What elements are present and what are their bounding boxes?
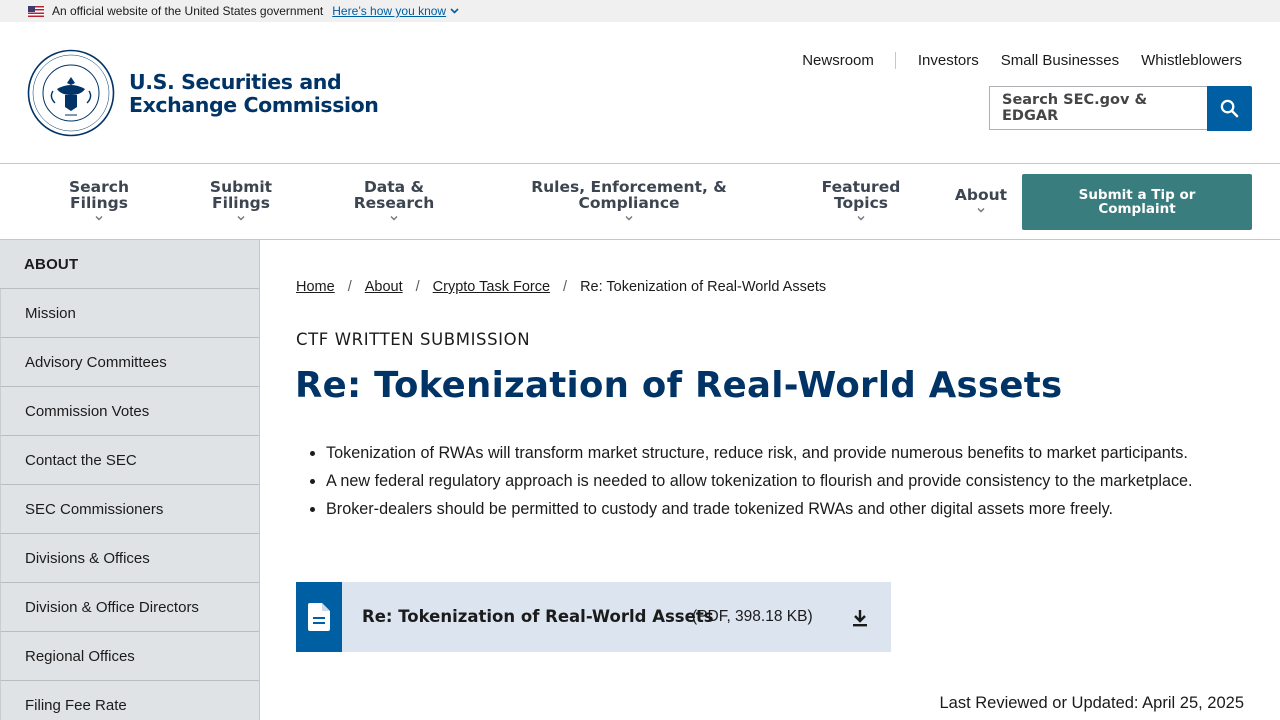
download-icon — [853, 610, 867, 627]
list-item: A new federal regulatory approach is nee… — [326, 467, 1193, 495]
breadcrumb-crypto-task-force[interactable]: Crypto Task Force — [433, 279, 550, 295]
nav-featured-topics[interactable]: Featured Topics — [815, 179, 907, 221]
chevron-down-icon — [450, 8, 459, 14]
breadcrumb-separator: / — [347, 279, 352, 295]
chevron-down-icon — [237, 216, 245, 221]
search-icon — [1220, 99, 1239, 118]
nav-rules-enforcement-compliance[interactable]: Rules, Enforcement, & Compliance — [523, 179, 735, 221]
sidebar-item-commissioners[interactable]: SEC Commissioners — [0, 485, 259, 534]
list-item: Broker-dealers should be permitted to cu… — [326, 495, 1193, 523]
site-header: U.S. Securities and Exchange Commission … — [0, 22, 1280, 164]
heres-how-you-know-label: Here’s how you know — [332, 4, 447, 18]
submit-tip-button[interactable]: Submit a Tip or Complaint — [1022, 174, 1252, 230]
nav-label-line-2: Filings — [70, 194, 128, 212]
sidebar-nav: ABOUT Mission Advisory Committees Commis… — [0, 240, 260, 720]
sidebar-item-office-directors[interactable]: Division & Office Directors — [0, 583, 259, 632]
us-flag-icon — [28, 5, 44, 17]
sidebar-item-filing-fee-rate[interactable]: Filing Fee Rate — [0, 681, 259, 720]
chevron-down-icon — [625, 216, 633, 221]
sidebar-item-advisory-committees[interactable]: Advisory Committees — [0, 338, 259, 387]
document-icon — [308, 603, 330, 631]
chevron-down-icon — [977, 208, 985, 213]
download-file-meta: (PDF, 398.18 KB) — [692, 608, 813, 625]
nav-label-line-2: Compliance — [578, 194, 680, 212]
breadcrumb: Home / About / Crypto Task Force / Re: T… — [296, 279, 826, 295]
sidebar-heading[interactable]: ABOUT — [0, 240, 259, 289]
tip-label-line-2: Complaint — [1098, 201, 1176, 217]
breadcrumb-current: Re: Tokenization of Real-World Assets — [580, 279, 827, 295]
last-updated: Last Reviewed or Updated: April 25, 2025 — [939, 694, 1244, 712]
whistleblowers-link[interactable]: Whistleblowers — [1130, 52, 1242, 69]
nav-about[interactable]: About — [950, 187, 1012, 213]
gov-banner-text: An official website of the United States… — [52, 4, 324, 18]
main-nav: Search Filings Submit Filings Data & Res… — [0, 164, 1280, 240]
pdf-download-link[interactable]: Re: Tokenization of Real-World Assets (P… — [296, 582, 891, 652]
page-title: Re: Tokenization of Real-World Assets — [295, 365, 1063, 406]
newsroom-link[interactable]: Newsroom — [791, 52, 896, 69]
sidebar-item-regional-offices[interactable]: Regional Offices — [0, 632, 259, 681]
chevron-down-icon — [857, 216, 865, 221]
brand-line-1: U.S. Securities and — [129, 70, 342, 94]
investors-link[interactable]: Investors — [907, 52, 990, 69]
nav-label-line-2: Filings — [212, 194, 270, 212]
nav-label-line-2: Research — [353, 194, 435, 212]
page-eyebrow: CTF WRITTEN SUBMISSION — [296, 330, 531, 349]
download-title: Re: Tokenization of Real-World Assets — [362, 607, 714, 626]
breadcrumb-home[interactable]: Home — [296, 279, 335, 295]
breadcrumb-separator: / — [415, 279, 420, 295]
sidebar-item-divisions-offices[interactable]: Divisions & Offices — [0, 534, 259, 583]
brand-line-2: Exchange Commission — [129, 93, 379, 117]
breadcrumb-separator: / — [563, 279, 568, 295]
summary-list: Tokenization of RWAs will transform mark… — [326, 439, 1193, 523]
gov-banner: An official website of the United States… — [0, 0, 1280, 22]
site-brand[interactable]: U.S. Securities and Exchange Commission — [129, 71, 379, 117]
utility-nav: Newsroom Investors Small Businesses Whis… — [791, 52, 1242, 69]
sidebar-item-contact[interactable]: Contact the SEC — [0, 436, 259, 485]
nav-search-filings[interactable]: Search Filings — [58, 179, 140, 221]
file-icon-box — [296, 582, 342, 652]
nav-label-line-2: Topics — [834, 194, 888, 212]
heres-how-you-know-link[interactable]: Here’s how you know — [332, 4, 459, 18]
search-button[interactable] — [1207, 86, 1252, 131]
small-businesses-link[interactable]: Small Businesses — [990, 52, 1130, 69]
sidebar-item-commission-votes[interactable]: Commission Votes — [0, 387, 259, 436]
chevron-down-icon — [390, 216, 398, 221]
chevron-down-icon — [95, 216, 103, 221]
nav-label-line-1: About — [954, 186, 1008, 204]
nav-data-research[interactable]: Data & Research — [344, 179, 444, 221]
sec-seal-logo[interactable] — [27, 49, 115, 137]
search-input[interactable]: Search SEC.gov & EDGAR — [989, 86, 1208, 130]
breadcrumb-about[interactable]: About — [365, 279, 403, 295]
sidebar-item-mission[interactable]: Mission — [0, 289, 259, 338]
list-item: Tokenization of RWAs will transform mark… — [326, 439, 1193, 467]
nav-submit-filings[interactable]: Submit Filings — [200, 179, 282, 221]
